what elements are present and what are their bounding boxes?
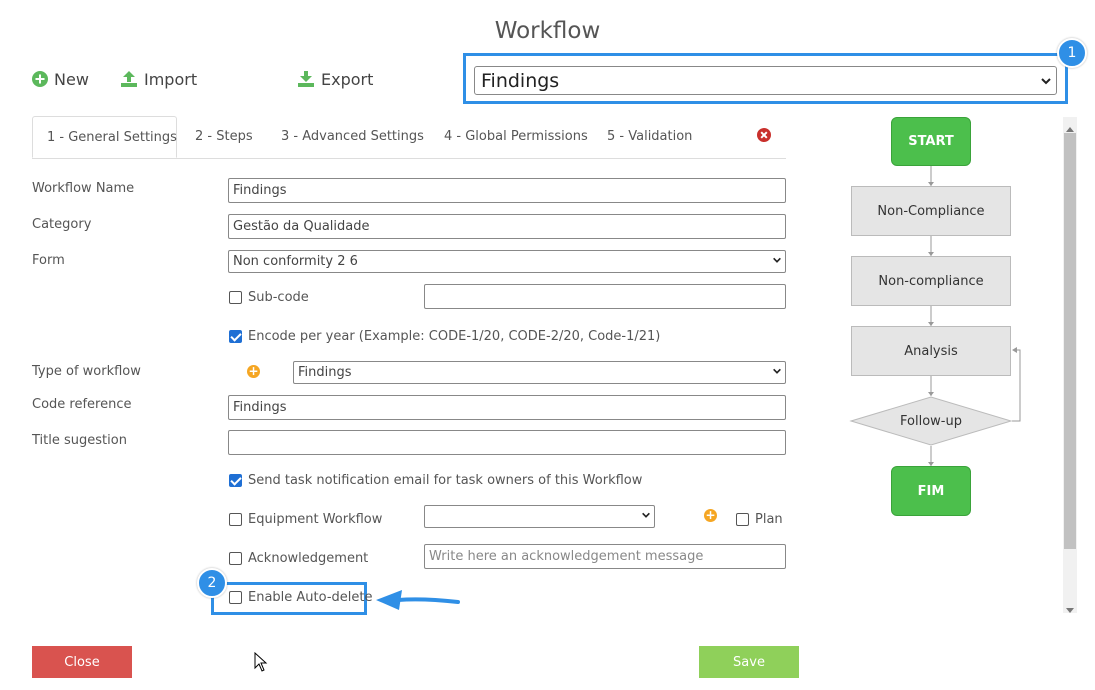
- tab-steps[interactable]: 2 - Steps: [195, 116, 253, 158]
- form-label: Form: [32, 253, 65, 268]
- callout-badge-2: 2: [197, 568, 227, 598]
- scroll-down-icon[interactable]: [1066, 603, 1074, 618]
- new-button[interactable]: New: [32, 67, 89, 91]
- category-input[interactable]: Gestão da Qualidade: [228, 214, 786, 239]
- tab-validation[interactable]: 5 - Validation: [607, 116, 692, 158]
- import-button[interactable]: Import: [120, 67, 197, 91]
- sub-code-input[interactable]: [424, 284, 786, 309]
- plan-label: Plan: [755, 512, 783, 527]
- workflow-select[interactable]: Findings: [474, 66, 1057, 95]
- chevron-down-icon: [641, 509, 651, 524]
- encode-per-year-label: Encode per year (Example: CODE-1/20, COD…: [248, 329, 661, 344]
- equipment-workflow-select[interactable]: [424, 505, 655, 528]
- type-of-workflow-value: Findings: [298, 365, 352, 380]
- arrow-left-icon: [372, 588, 462, 616]
- acknowledgement-input[interactable]: Write here an acknowledgement message: [424, 544, 786, 569]
- chevron-down-icon: [772, 365, 782, 380]
- code-reference-label: Code reference: [32, 397, 132, 412]
- upload-icon: [120, 70, 138, 88]
- mouse-cursor-icon: [254, 651, 268, 676]
- flow-decision-label[interactable]: Follow-up: [871, 406, 991, 436]
- dialog-title: Workflow: [494, 18, 601, 44]
- download-icon: [297, 70, 315, 88]
- flow-end-node[interactable]: FIM: [891, 466, 971, 516]
- category-label: Category: [32, 217, 92, 232]
- code-reference-input[interactable]: Findings: [228, 395, 786, 420]
- chevron-down-icon: [1040, 70, 1052, 92]
- chevron-down-icon: [772, 254, 782, 269]
- tab-general-settings[interactable]: 1 - General Settings: [32, 116, 177, 158]
- send-notification-label: Send task notification email for task ow…: [248, 473, 643, 488]
- scrollbar-thumb[interactable]: [1064, 133, 1076, 549]
- save-button[interactable]: Save: [699, 646, 799, 678]
- type-of-workflow-select[interactable]: Findings: [293, 361, 786, 384]
- flow-step-node[interactable]: Non-Compliance: [851, 186, 1011, 236]
- tab-global-permissions[interactable]: 4 - Global Permissions: [444, 116, 588, 158]
- encode-per-year-checkbox[interactable]: [229, 330, 242, 343]
- equipment-workflow-label: Equipment Workflow: [248, 512, 383, 527]
- add-type-icon[interactable]: +: [247, 365, 260, 378]
- plan-checkbox[interactable]: [736, 513, 749, 526]
- workflow-name-input[interactable]: Findings: [228, 178, 786, 203]
- form-select-value: Non conformity 2 6: [233, 254, 358, 269]
- scroll-up-icon[interactable]: [1066, 121, 1074, 136]
- equipment-workflow-checkbox[interactable]: [229, 513, 242, 526]
- close-tabs-icon[interactable]: [757, 128, 771, 146]
- flow-scrollbar[interactable]: [1063, 117, 1077, 613]
- tab-advanced-settings[interactable]: 3 - Advanced Settings: [281, 116, 424, 158]
- workflow-select-highlight: Findings: [463, 53, 1068, 104]
- send-notification-checkbox[interactable]: [229, 474, 242, 487]
- workflow-select-value: Findings: [481, 69, 560, 92]
- sub-code-checkbox[interactable]: [229, 291, 242, 304]
- title-suggestion-input[interactable]: [228, 430, 786, 455]
- callout-badge-1: 1: [1057, 38, 1087, 68]
- export-button[interactable]: Export: [297, 67, 373, 91]
- import-label: Import: [144, 69, 198, 89]
- acknowledgement-label: Acknowledgement: [248, 551, 369, 566]
- type-of-workflow-label: Type of workflow: [32, 364, 141, 379]
- workflow-name-label: Workflow Name: [32, 181, 135, 196]
- acknowledgement-checkbox[interactable]: [229, 552, 242, 565]
- auto-delete-label: Enable Auto-delete: [248, 590, 373, 605]
- close-button[interactable]: Close: [32, 646, 132, 678]
- flow-start-node[interactable]: START: [891, 117, 971, 166]
- flow-step-node[interactable]: Analysis: [851, 326, 1011, 376]
- new-label: New: [54, 69, 89, 89]
- add-equipment-icon[interactable]: +: [704, 509, 717, 522]
- form-select[interactable]: Non conformity 2 6: [228, 250, 786, 273]
- flow-step-node[interactable]: Non-compliance: [851, 256, 1011, 306]
- sub-code-label: Sub-code: [248, 290, 309, 305]
- auto-delete-checkbox[interactable]: [229, 591, 242, 604]
- settings-tabs: 1 - General Settings 2 - Steps 3 - Advan…: [32, 116, 786, 159]
- export-label: Export: [321, 69, 374, 89]
- title-suggestion-label: Title sugestion: [32, 433, 127, 448]
- plus-circle-icon: [32, 71, 48, 87]
